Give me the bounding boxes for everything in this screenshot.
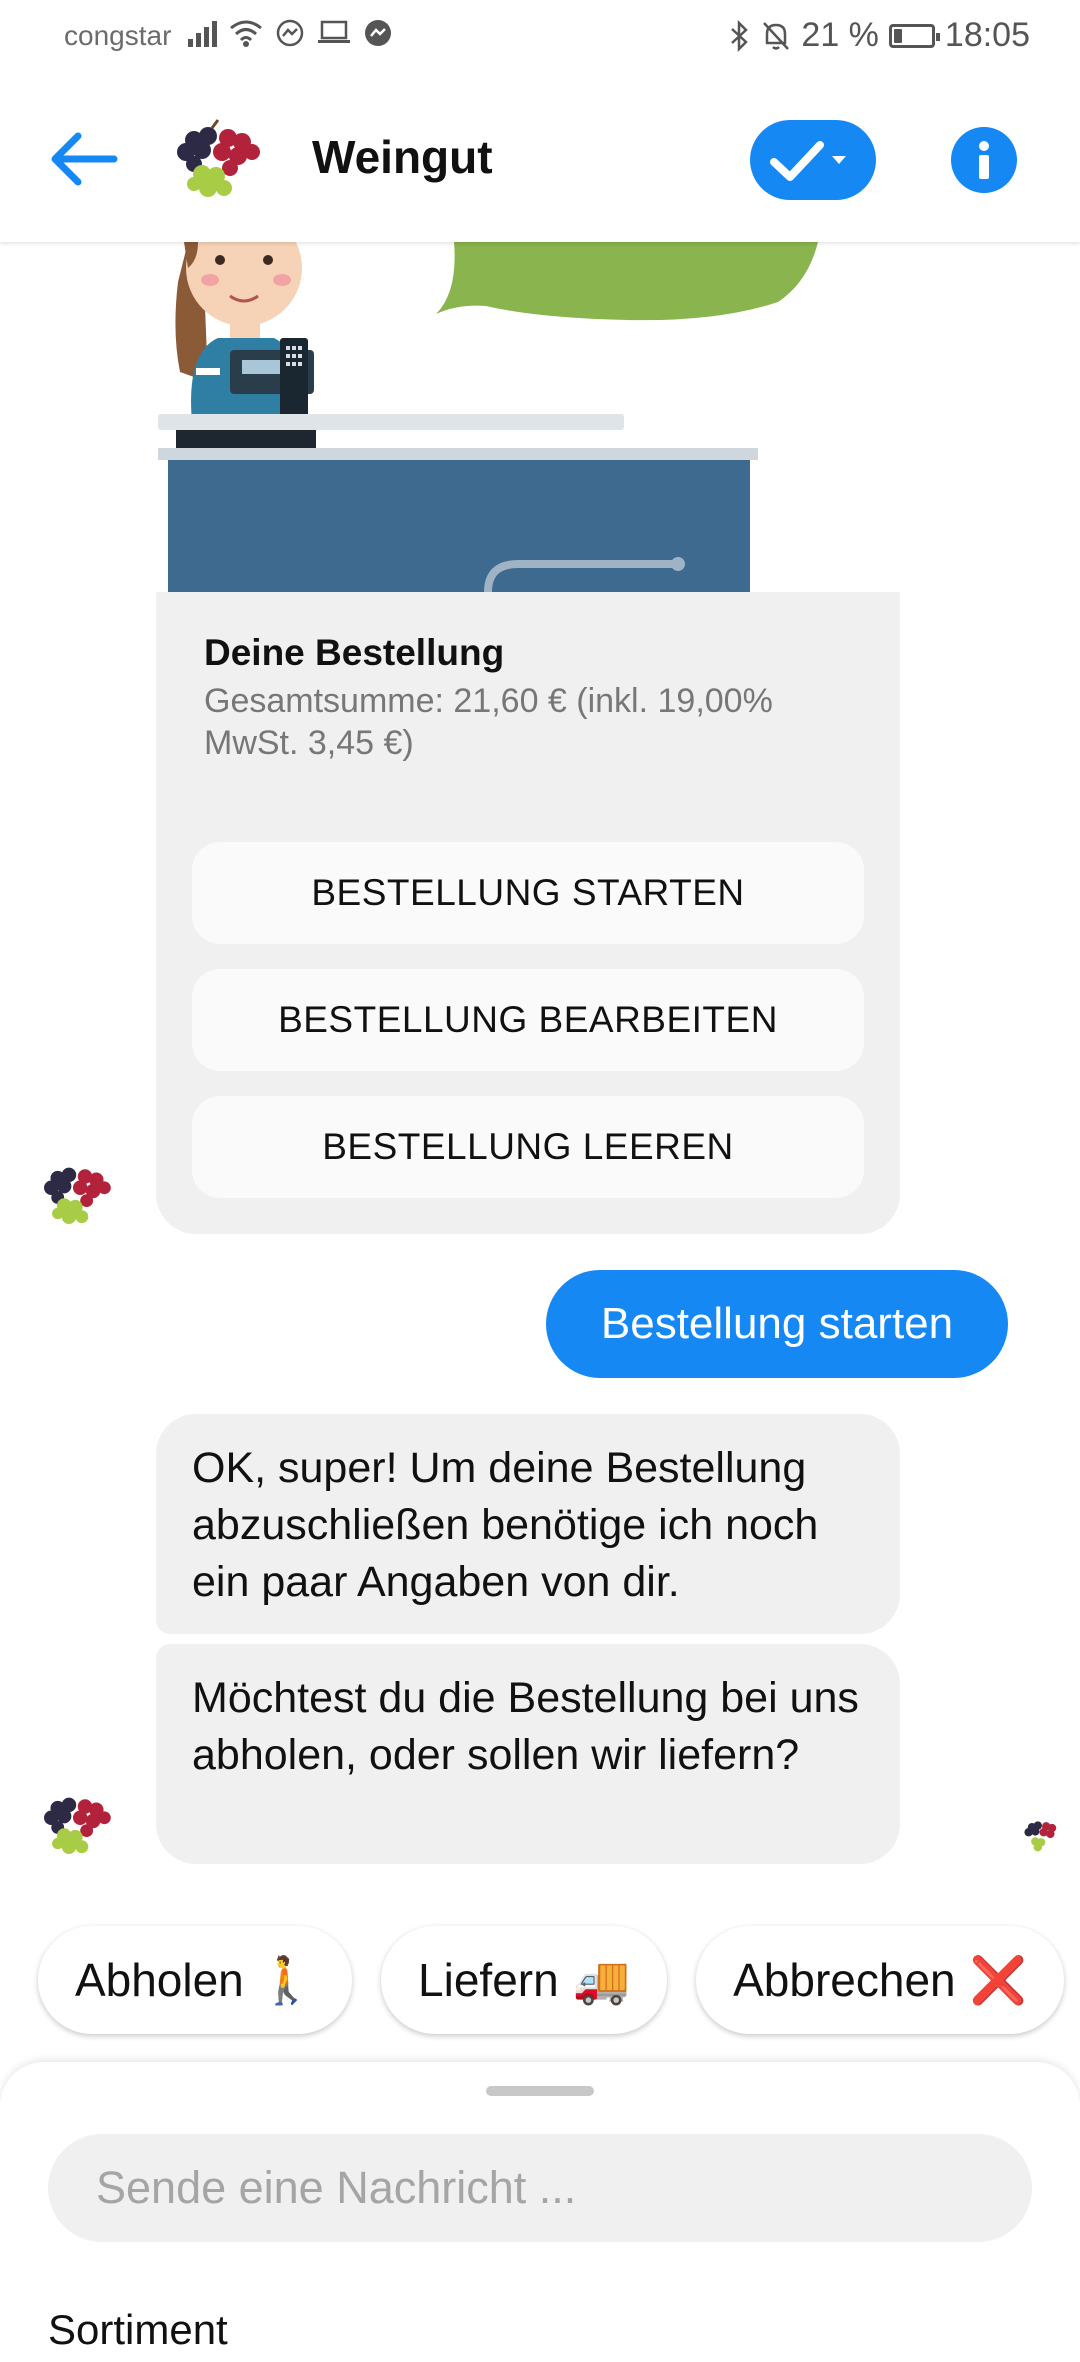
bot-message: OK, super! Um deine Bestellung abzuschli…: [156, 1414, 900, 1634]
quick-reply-pickup[interactable]: Abholen 🚶: [38, 1926, 352, 2034]
conversation-title: Weingut: [312, 131, 493, 183]
user-message: Bestellung starten: [546, 1270, 1008, 1378]
card-subtitle: Gesamtsumme: 21,60 € (inkl. 19,00% MwSt.…: [204, 682, 773, 762]
delivery-truck-icon: 🚚: [572, 1953, 630, 2006]
messenger-icon: [276, 19, 304, 47]
read-receipt-avatar: [1024, 1821, 1057, 1852]
message-input[interactable]: [48, 2134, 1032, 2242]
messenger-icon: [365, 20, 391, 46]
checkmark-dropdown-icon: [770, 141, 846, 181]
quick-reply-delivery[interactable]: Liefern 🚚: [381, 1926, 667, 2034]
bluetooth-icon: [731, 19, 749, 52]
battery-icon: [888, 23, 940, 48]
sheet-drag-handle[interactable]: [486, 2086, 594, 2096]
menu-item-sortiment[interactable]: Sortiment: [48, 2306, 228, 2354]
status-bar: congstar 21 % 18:05: [0, 0, 1080, 78]
bell-off-icon: [763, 21, 790, 50]
battery-percent: 21 %: [801, 16, 879, 54]
quick-reply-cancel[interactable]: Abbrechen ❌: [696, 1926, 1064, 2034]
bot-message: Möchtest du die Bestellung bei uns abhol…: [156, 1644, 900, 1864]
grapes-avatar: [44, 1797, 111, 1854]
quick-reply-label: Liefern: [418, 1954, 559, 2006]
cross-mark-icon: ❌: [969, 1953, 1027, 2006]
info-icon: [979, 141, 989, 179]
grapes-avatar[interactable]: [172, 118, 264, 204]
conversation-header: Weingut: [0, 78, 1080, 242]
edit-order-button[interactable]: BESTELLUNG BEARBEITEN: [192, 969, 864, 1071]
order-card: Deine Bestellung Gesamtsumme: 21,60 € (i…: [156, 592, 900, 1234]
status-dropdown-button[interactable]: [750, 120, 876, 200]
laptop-icon: [318, 20, 350, 43]
composer-sheet: Sortiment: [0, 2062, 1080, 2362]
signal-icon: [188, 19, 217, 47]
arrow-left-icon: [51, 132, 118, 186]
wifi-icon: [230, 20, 262, 47]
walking-person-icon: 🚶: [257, 1953, 316, 2006]
card-title: Deine Bestellung: [204, 632, 505, 673]
cashier-illustration: [158, 242, 900, 592]
start-order-button[interactable]: BESTELLUNG STARTEN: [192, 842, 864, 944]
quick-reply-label: Abholen: [74, 1954, 244, 2006]
grapes-avatar: [44, 1167, 111, 1224]
carrier-label: congstar: [64, 20, 172, 51]
clock: 18:05: [944, 16, 1030, 54]
clear-order-button[interactable]: BESTELLUNG LEEREN: [192, 1096, 864, 1198]
quick-reply-label: Abbrechen: [733, 1954, 956, 2006]
back-button[interactable]: [46, 122, 120, 196]
info-button[interactable]: [951, 127, 1017, 193]
